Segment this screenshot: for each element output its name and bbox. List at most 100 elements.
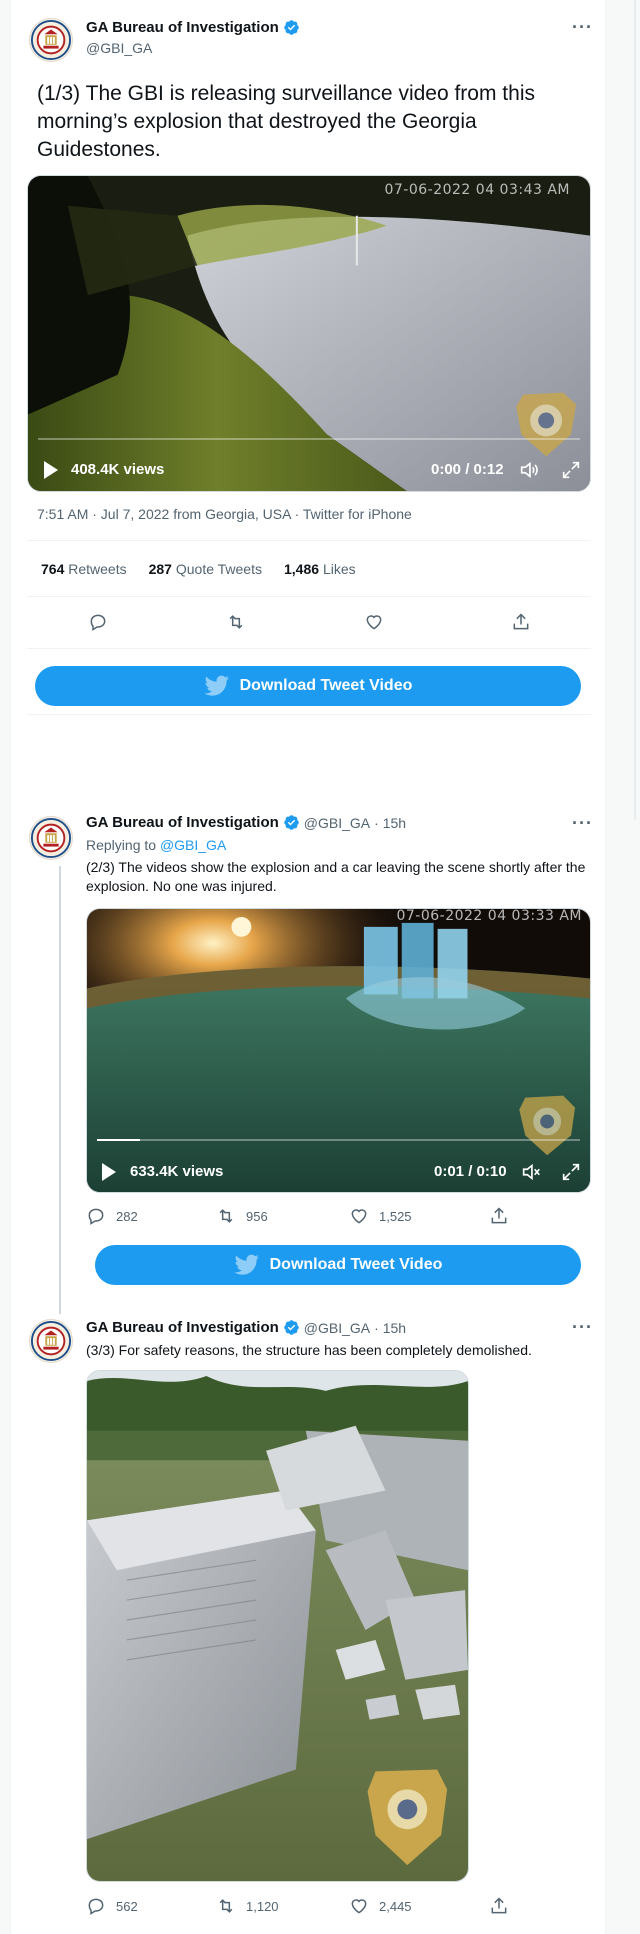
share-icon [491, 1207, 507, 1224]
share-button[interactable] [489, 1896, 509, 1916]
tweet-2-video[interactable]: 07-06-2022 04 03:33 AM 633.4K views 0:01… [86, 908, 591, 1193]
download-button-label: Download Tweet Video [269, 1256, 443, 1273]
account-name-text: GA Bureau of Investigation [86, 1319, 279, 1336]
retweet-icon [219, 1209, 233, 1223]
divider [27, 648, 591, 649]
account-name-text: GA Bureau of Investigation [86, 814, 279, 831]
volume-icon[interactable] [518, 459, 540, 481]
like-button[interactable]: 1,525 [349, 1206, 412, 1226]
divider [27, 596, 591, 597]
heart-icon [351, 1899, 367, 1914]
more-options-icon[interactable]: ··· [572, 18, 593, 36]
video-1-progress-bar[interactable] [38, 438, 580, 440]
replying-handle-link[interactable]: @GBI_GA [160, 837, 226, 853]
quote-tweets-stat[interactable]: 287 Quote Tweets [149, 561, 262, 577]
reply-icon [88, 1898, 104, 1915]
fullscreen-icon[interactable] [560, 459, 582, 481]
retweets-label: Retweets [68, 561, 127, 577]
tweet-thread-page: GA Bureau of Investigation @GBI_GA ··· (… [10, 0, 606, 1934]
tweet-3-text: (3/3) For safety reasons, the structure … [86, 1342, 532, 1358]
share-button[interactable] [511, 612, 531, 632]
tweet-3-time[interactable]: · 15h [374, 1320, 406, 1336]
reply-button[interactable]: 562 [86, 1896, 138, 1916]
like-count: 2,445 [379, 1898, 412, 1914]
download-tweet-video-button[interactable]: Download Tweet Video [35, 666, 581, 706]
verified-badge-icon [284, 20, 299, 35]
account-name-text: GA Bureau of Investigation [86, 19, 279, 36]
photo-demolished-guidestones [87, 1371, 468, 1881]
gbi-avatar[interactable] [29, 18, 73, 62]
retweets-stat[interactable]: 764 Retweets [41, 561, 127, 577]
video-frame-explosion [87, 909, 590, 1192]
retweet-button[interactable]: 1,120 [216, 1896, 279, 1916]
retweet-button[interactable]: 956 [216, 1206, 268, 1226]
like-count: 1,525 [379, 1208, 412, 1224]
like-button[interactable] [364, 612, 384, 632]
share-button[interactable] [489, 1206, 509, 1226]
bird-icon [204, 675, 229, 696]
video-2-progress-fill [97, 1139, 141, 1141]
likes-stat[interactable]: 1,486 Likes [284, 561, 356, 577]
likes-count: 1,486 [284, 561, 320, 577]
tweet-3-photo[interactable] [86, 1370, 469, 1882]
share-icon [513, 613, 529, 630]
video-1-views: 408.4K views [71, 461, 165, 478]
heart-icon [366, 615, 382, 630]
gbi-seal-icon [30, 1320, 72, 1362]
quote-tweets-count: 287 [148, 561, 172, 577]
tweet-1-meta: 7:51 AM · Jul 7, 2022 from Georgia, USA … [37, 506, 412, 522]
retweet-count: 956 [246, 1208, 268, 1224]
likes-label: Likes [322, 561, 356, 577]
reply-button[interactable]: 282 [86, 1206, 138, 1226]
thread-connector-line [59, 866, 61, 1314]
gbi-avatar[interactable] [29, 816, 73, 860]
more-options-icon[interactable]: ··· [572, 1318, 593, 1336]
account-name[interactable]: GA Bureau of Investigation [86, 19, 300, 36]
retweet-button[interactable] [226, 612, 246, 632]
divider [27, 714, 591, 715]
account-name[interactable]: GA Bureau of Investigation @GBI_GA · 15h [86, 814, 406, 831]
muted-volume-icon[interactable] [520, 1161, 542, 1183]
play-icon[interactable] [102, 1163, 116, 1181]
retweet-icon [219, 1899, 233, 1913]
gbi-avatar[interactable] [29, 1319, 73, 1363]
video-frame-night-road [28, 176, 590, 491]
download-tweet-video-button[interactable]: Download Tweet Video [95, 1245, 581, 1285]
video-2-views: 633.4K views [130, 1163, 224, 1180]
play-icon[interactable] [44, 461, 58, 479]
bird-icon [234, 1254, 259, 1275]
verified-badge-icon [284, 815, 299, 830]
share-icon [491, 1897, 507, 1914]
video-1-timestamp: 07-06-2022 04 03:43 AM [384, 182, 570, 198]
account-handle[interactable]: @GBI_GA [86, 40, 152, 56]
fullscreen-icon[interactable] [560, 1161, 582, 1183]
retweet-count: 1,120 [246, 1898, 279, 1914]
like-button[interactable]: 2,445 [349, 1896, 412, 1916]
replying-to: Replying to @GBI_GA [86, 837, 226, 853]
account-handle[interactable]: @GBI_GA [304, 815, 370, 831]
gbi-seal-icon [30, 817, 72, 859]
verified-badge-icon [284, 1320, 299, 1335]
account-name[interactable]: GA Bureau of Investigation @GBI_GA · 15h [86, 1319, 406, 1336]
reply-button[interactable] [88, 612, 108, 632]
download-button-label: Download Tweet Video [239, 677, 413, 694]
video-2-progress-bar[interactable] [97, 1139, 580, 1141]
video-2-timestamp: 07-06-2022 04 03:33 AM [396, 908, 582, 924]
tweet-2-time[interactable]: · 15h [374, 815, 406, 831]
account-handle[interactable]: @GBI_GA [304, 1320, 370, 1336]
right-column-edge [634, 0, 636, 820]
video-1-time: 0:00 / 0:12 [431, 461, 504, 478]
tweet-2-text: (2/3) The videos show the explosion and … [86, 859, 586, 894]
tweet-1-stats: 764 Retweets 287 Quote Tweets 1,486 Like… [41, 561, 356, 577]
retweet-icon [229, 615, 243, 629]
gbi-seal-icon [30, 19, 72, 61]
replying-prefix: Replying to [86, 837, 157, 853]
video-2-time: 0:01 / 0:10 [434, 1163, 507, 1180]
heart-icon [351, 1209, 367, 1224]
reply-icon [90, 614, 106, 631]
quote-tweets-label: Quote Tweets [175, 561, 262, 577]
reply-count: 562 [116, 1898, 138, 1914]
more-options-icon[interactable]: ··· [572, 814, 593, 832]
reply-icon [88, 1208, 104, 1225]
tweet-1-video[interactable]: 07-06-2022 04 03:43 AM 408.4K views 0:00… [27, 175, 591, 492]
